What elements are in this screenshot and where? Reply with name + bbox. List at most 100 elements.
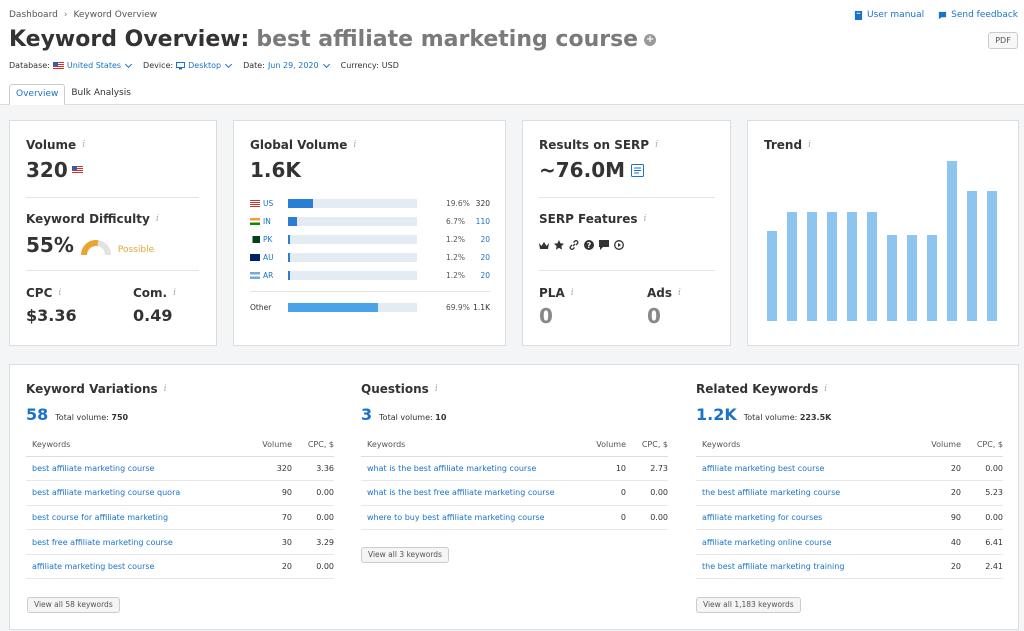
- keyword-link[interactable]: where to buy best affiliate marketing co…: [361, 505, 576, 531]
- keyword-link[interactable]: affiliate marketing best course: [696, 456, 911, 482]
- view-all-related-button[interactable]: View all 1,183 keywords: [696, 597, 801, 613]
- gv-val[interactable]: 20: [480, 235, 490, 244]
- serp-page-icon[interactable]: [631, 163, 645, 177]
- table-row: best course for affiliate marketing 70 0.0…: [26, 505, 334, 531]
- trend-bar[interactable]: [967, 191, 977, 321]
- tab-overview[interactable]: Overview: [9, 84, 66, 105]
- keyword-link[interactable]: affiliate marketing best course: [26, 554, 242, 580]
- gv-val[interactable]: 110: [476, 217, 490, 226]
- table-row: what is the best free affiliate marketin…: [361, 480, 668, 506]
- info-icon[interactable]: i: [82, 140, 85, 150]
- info-icon[interactable]: i: [824, 384, 827, 394]
- col-volume[interactable]: Volume: [911, 434, 961, 457]
- info-icon[interactable]: i: [808, 140, 811, 150]
- volume-card: Volume i 320 Keyword Difficulty i 55% Poss…: [9, 120, 217, 346]
- gv-val[interactable]: 320: [476, 199, 490, 208]
- quote-icon[interactable]: [599, 240, 609, 250]
- user-manual-link[interactable]: User manual: [854, 10, 924, 20]
- keyword-link[interactable]: best affiliate marketing course quora: [26, 480, 242, 506]
- col-cpc[interactable]: CPC, $: [626, 434, 668, 457]
- info-icon[interactable]: i: [655, 140, 658, 150]
- star-icon[interactable]: [554, 240, 564, 250]
- info-icon[interactable]: i: [173, 288, 176, 298]
- volume-cell: 0: [576, 505, 626, 531]
- trend-bar[interactable]: [847, 212, 857, 321]
- keyword-link[interactable]: what is the best affiliate marketing cou…: [361, 456, 576, 482]
- related-heading: Related Keywords i: [696, 382, 1003, 396]
- trend-bar[interactable]: [827, 212, 837, 321]
- col-volume[interactable]: Volume: [576, 434, 626, 457]
- table-row: affiliate marketing best course 20 0.00: [696, 456, 1003, 482]
- keyword-link[interactable]: affiliate marketing for courses: [696, 505, 911, 531]
- trend-bar[interactable]: [947, 161, 957, 321]
- breadcrumb-dashboard[interactable]: Dashboard: [9, 10, 58, 20]
- info-icon[interactable]: i: [156, 214, 159, 224]
- gv-bar-fill: [288, 270, 290, 280]
- divider: [26, 270, 199, 271]
- pla-heading: PLA i: [539, 286, 574, 300]
- cpc-cell: 0.00: [961, 456, 1003, 482]
- date-value: Jun 29, 2020: [267, 61, 319, 70]
- global-volume-card: Global Volume i 1.6K US 19.6% 320 IN 6.7% 110 P…: [233, 120, 506, 346]
- info-icon[interactable]: i: [58, 288, 61, 298]
- desktop-icon: [176, 61, 186, 69]
- gv-val[interactable]: 20: [480, 271, 490, 280]
- trend-bar[interactable]: [767, 231, 777, 321]
- gv-val[interactable]: 20: [480, 253, 490, 262]
- link-icon[interactable]: [569, 240, 579, 250]
- cpc-heading: CPC i: [26, 286, 61, 300]
- related-table: Keywords Volume CPC, $ affiliate marketi…: [696, 434, 1003, 580]
- info-icon[interactable]: i: [353, 140, 356, 150]
- variations-heading: Keyword Variations i: [26, 382, 334, 396]
- pla-value: 0: [539, 304, 553, 328]
- questions-count[interactable]: 3: [361, 405, 372, 424]
- add-plus-icon[interactable]: +: [644, 33, 657, 46]
- database-filter[interactable]: Database: United States: [9, 60, 133, 70]
- keyword-link[interactable]: what is the best free affiliate marketin…: [361, 480, 576, 506]
- variations-count[interactable]: 58: [26, 405, 48, 424]
- user-manual-label: User manual: [867, 10, 925, 20]
- date-filter[interactable]: Date: Jun 29, 2020: [243, 60, 330, 70]
- keyword-link[interactable]: the best affiliate marketing course: [696, 480, 911, 506]
- us-flag-icon: [52, 61, 64, 70]
- keyword-link[interactable]: best free affiliate marketing course: [26, 529, 242, 555]
- col-cpc[interactable]: CPC, $: [961, 434, 1003, 457]
- view-all-variations-button[interactable]: View all 58 keywords: [27, 597, 120, 613]
- play-icon[interactable]: [614, 240, 624, 250]
- trend-bar[interactable]: [927, 234, 937, 321]
- serp-features-heading: SERP Features i: [539, 212, 646, 226]
- trend-bar[interactable]: [867, 212, 877, 321]
- device-filter[interactable]: Device: Desktop: [143, 60, 233, 70]
- trend-bar[interactable]: [907, 234, 917, 321]
- cpc-value: $3.36: [26, 306, 77, 325]
- gv-bar: [288, 216, 417, 226]
- col-volume[interactable]: Volume: [242, 434, 292, 457]
- crown-icon[interactable]: [539, 241, 549, 250]
- col-keywords[interactable]: Keywords: [26, 434, 242, 457]
- col-keywords[interactable]: Keywords: [361, 434, 576, 457]
- col-cpc[interactable]: CPC, $: [292, 434, 334, 457]
- col-keywords[interactable]: Keywords: [696, 434, 911, 457]
- send-feedback-link[interactable]: Send feedback: [938, 10, 1018, 20]
- tabs: Overview Bulk Analysis: [9, 84, 137, 105]
- keyword-link[interactable]: best affiliate marketing course: [26, 456, 242, 482]
- tab-bulk-analysis[interactable]: Bulk Analysis: [65, 84, 137, 105]
- info-icon[interactable]: i: [678, 288, 681, 298]
- question-icon[interactable]: ?: [584, 240, 594, 250]
- view-all-questions-button[interactable]: View all 3 keywords: [361, 547, 449, 563]
- trend-bar[interactable]: [787, 212, 797, 321]
- keyword-link[interactable]: affiliate marketing online course: [696, 529, 911, 555]
- trend-bar[interactable]: [807, 212, 817, 321]
- info-icon[interactable]: i: [571, 288, 574, 298]
- trend-bar[interactable]: [987, 191, 997, 321]
- info-icon[interactable]: i: [435, 384, 438, 394]
- keyword-link[interactable]: the best affiliate marketing training: [696, 554, 911, 580]
- keyword-link[interactable]: best course for affiliate marketing: [26, 505, 242, 531]
- breadcrumb-current: Keyword Overview: [73, 10, 158, 20]
- title-keyword: best affiliate marketing course: [256, 27, 639, 52]
- info-icon[interactable]: i: [164, 384, 167, 394]
- info-icon[interactable]: i: [643, 214, 646, 224]
- pdf-button[interactable]: PDF: [988, 32, 1018, 49]
- related-count[interactable]: 1.2K: [696, 405, 737, 424]
- trend-bar[interactable]: [887, 234, 897, 321]
